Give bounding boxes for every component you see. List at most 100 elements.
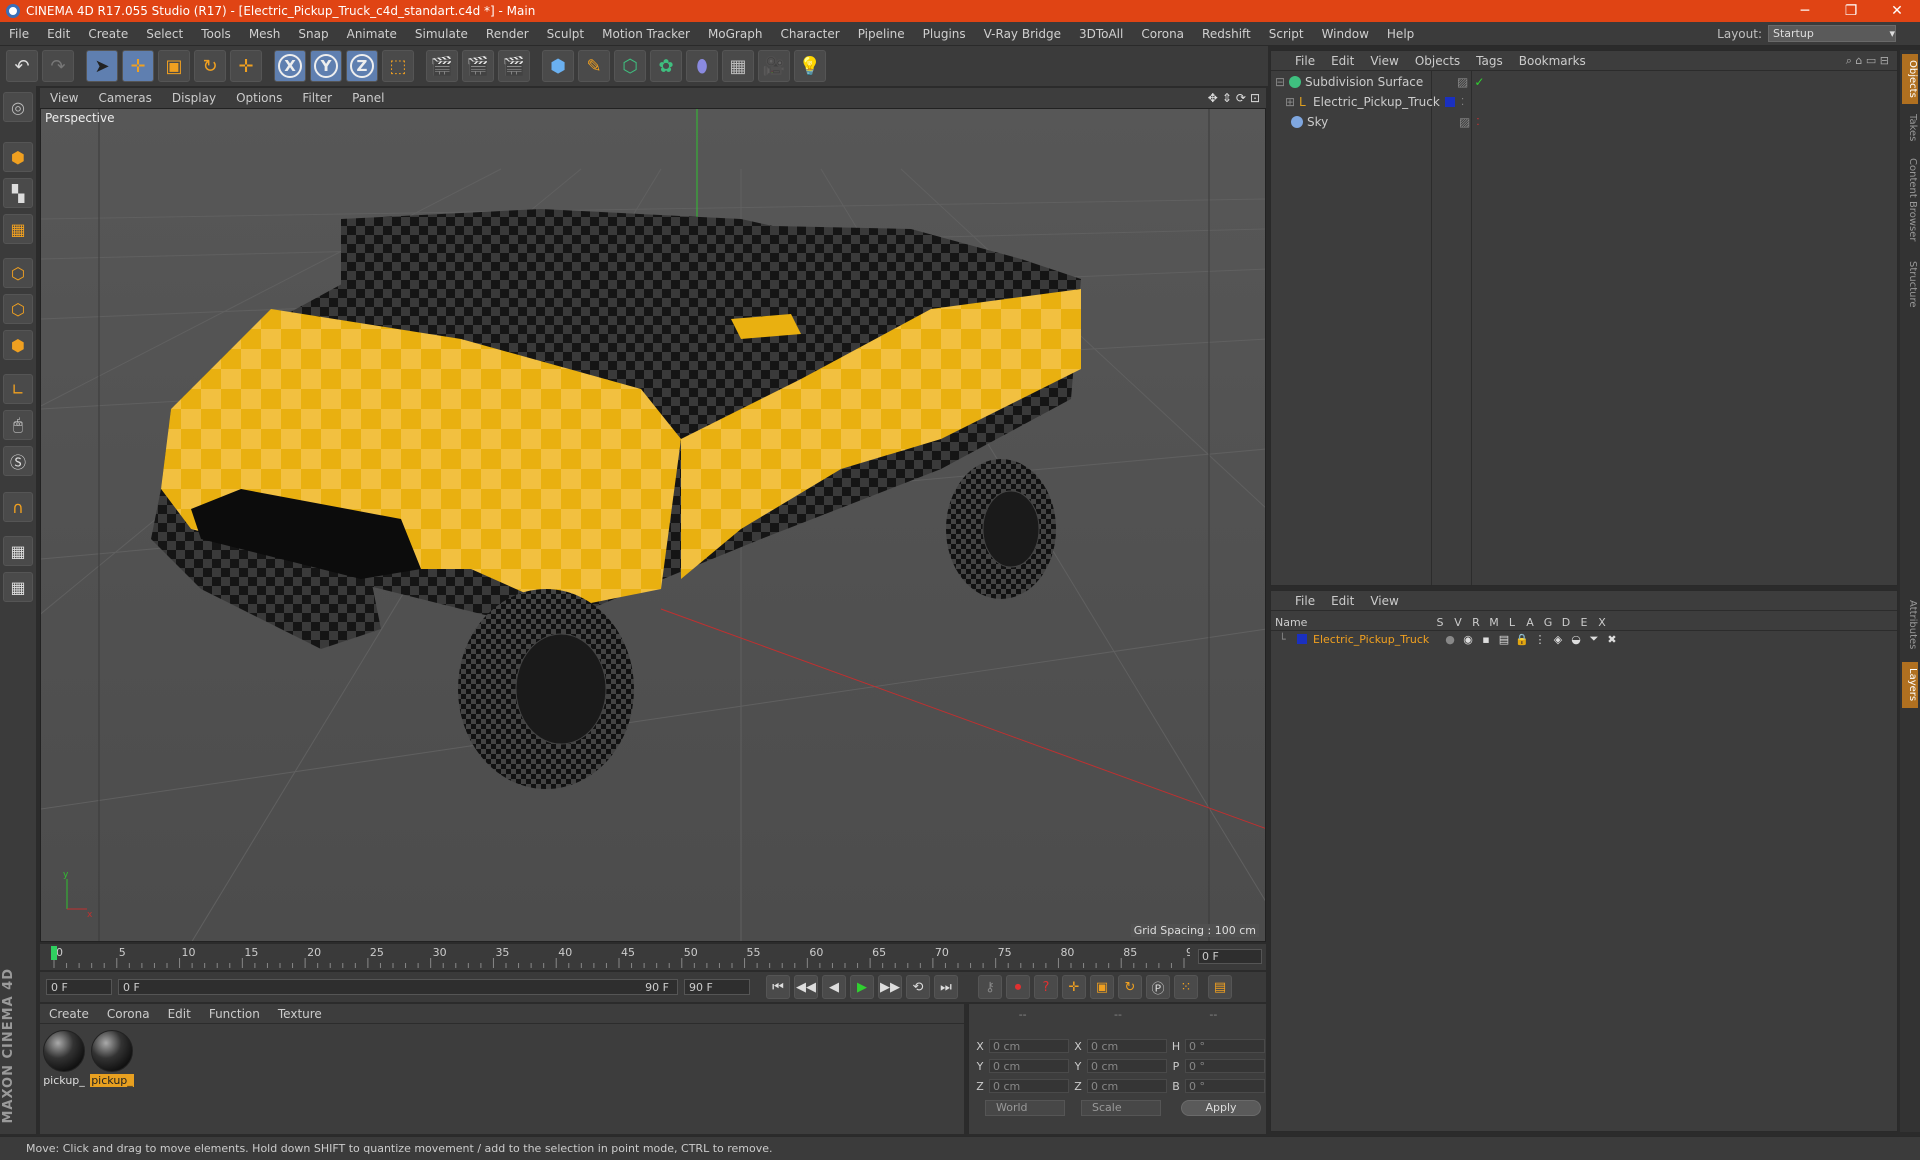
size-y-field[interactable]: 0 cm	[1087, 1059, 1167, 1073]
orbit-icon[interactable]: ⟳	[1236, 91, 1246, 105]
search-icon[interactable]: ⌕ ⌂ ▭ ⊟	[1846, 54, 1889, 68]
live-selection-button[interactable]: ➤	[86, 50, 118, 82]
menu-script[interactable]: Script	[1260, 27, 1313, 41]
redo-button[interactable]: ↷	[42, 50, 74, 82]
material-swatch-selected[interactable]: pickup_	[90, 1030, 134, 1087]
position-z-field[interactable]: 0 cm	[989, 1079, 1069, 1093]
autokeying-button[interactable]: ?	[1034, 975, 1058, 999]
layer-menu-edit[interactable]: Edit	[1323, 594, 1362, 608]
transform-tool-button[interactable]: ✛	[230, 50, 262, 82]
tab-layers[interactable]: Layers	[1902, 662, 1918, 708]
camera-button[interactable]: 🎥	[758, 50, 790, 82]
rotation-b-field[interactable]: 0 °	[1185, 1079, 1265, 1093]
size-z-field[interactable]: 0 cm	[1087, 1079, 1167, 1093]
z-axis-button[interactable]: Z	[346, 50, 378, 82]
layer-color-swatch[interactable]	[1297, 634, 1307, 644]
rotate-tool-button[interactable]: ↻	[194, 50, 226, 82]
menu-snap[interactable]: Snap	[289, 27, 337, 41]
menu-tools[interactable]: Tools	[192, 27, 240, 41]
play-button[interactable]: ▶	[850, 975, 874, 999]
timeline-window-button[interactable]: ▤	[1208, 975, 1232, 999]
position-y-field[interactable]: 0 cm	[989, 1059, 1069, 1073]
render-view-button[interactable]: 🎬	[426, 50, 458, 82]
object-row-subdivision-surface[interactable]: ⊟ Subdivision Surface ▨ ✓	[1275, 73, 1895, 91]
menu-simulate[interactable]: Simulate	[406, 27, 477, 41]
object-menu-bookmarks[interactable]: Bookmarks	[1511, 54, 1594, 68]
generator-toggle-icon[interactable]: ◈	[1549, 633, 1567, 646]
apply-button[interactable]: Apply	[1181, 1100, 1261, 1116]
tab-takes[interactable]: Takes	[1902, 108, 1918, 148]
model-mode-button[interactable]: ⬢	[3, 142, 33, 172]
menu-3dtoall[interactable]: 3DToAll	[1070, 27, 1132, 41]
start-frame-field[interactable]: 0 F	[46, 979, 112, 995]
tab-content-browser[interactable]: Content Browser	[1902, 150, 1918, 250]
position-x-field[interactable]: 0 cm	[989, 1039, 1069, 1053]
render-to-picture-viewer-button[interactable]: 🎬	[462, 50, 494, 82]
points-mode-button[interactable]: ⬡	[3, 258, 33, 288]
key-position-button[interactable]: ✛	[1062, 975, 1086, 999]
layout-select[interactable]: Startup ▾	[1768, 25, 1896, 42]
menu-edit[interactable]: Edit	[38, 27, 79, 41]
expression-toggle-icon[interactable]: ⏷	[1585, 632, 1603, 646]
edges-mode-button[interactable]: ⬡	[3, 294, 33, 324]
collapse-icon[interactable]: ⊟	[1275, 75, 1285, 89]
rotation-h-field[interactable]: 0 °	[1185, 1039, 1265, 1053]
viewport-menu-view[interactable]: View	[40, 91, 88, 105]
record-active-objects-button[interactable]: ⏺	[1006, 975, 1030, 999]
menu-plugins[interactable]: Plugins	[914, 27, 975, 41]
pen-tool-button[interactable]: ✎	[578, 50, 610, 82]
layer-name[interactable]: Electric_Pickup_Truck	[1313, 633, 1441, 646]
magnet-button[interactable]: ∩	[3, 492, 33, 522]
render-toggle-icon[interactable]: ▪	[1477, 633, 1495, 646]
menu-window[interactable]: Window	[1313, 27, 1378, 41]
material-menu-corona[interactable]: Corona	[98, 1007, 159, 1021]
key-point-level-button[interactable]: ⁙	[1174, 975, 1198, 999]
lock-icon[interactable]: 🔒	[1513, 633, 1531, 646]
previous-frame-button[interactable]: ◀	[822, 975, 846, 999]
material-menu-edit[interactable]: Edit	[159, 1007, 200, 1021]
loop-button[interactable]: ⟲	[906, 975, 930, 999]
object-menu-edit[interactable]: Edit	[1323, 54, 1362, 68]
viewport-menu-filter[interactable]: Filter	[292, 91, 342, 105]
close-button[interactable]: ✕	[1874, 3, 1920, 19]
object-menu-tags[interactable]: Tags	[1468, 54, 1511, 68]
motion-record-button[interactable]: ⚷	[978, 975, 1002, 999]
floor-button[interactable]: ▦	[722, 50, 754, 82]
menu-sculpt[interactable]: Sculpt	[538, 27, 593, 41]
timeline-playhead[interactable]	[51, 946, 57, 960]
menu-vray-bridge[interactable]: V-Ray Bridge	[975, 27, 1070, 41]
previous-key-button[interactable]: ◀◀	[794, 975, 818, 999]
toggle-view-icon[interactable]: ⊡	[1250, 91, 1260, 105]
coordinate-system-button[interactable]: ⬚	[382, 50, 414, 82]
object-row-electric-pickup-truck[interactable]: ⊞ L Electric_Pickup_Truck ⁚	[1275, 93, 1895, 111]
scale-tool-button[interactable]: ▣	[158, 50, 190, 82]
xref-toggle-icon[interactable]: ✖	[1603, 633, 1621, 646]
timeline-ruler[interactable]: 0 5 10 15 20 25 30 35 40 45 50 55 60 65 70 75 80 85 90 0 F	[40, 944, 1266, 970]
viewport-menu-options[interactable]: Options	[226, 91, 292, 105]
layer-tag-icon[interactable]: ▨	[1457, 75, 1468, 89]
tab-structure[interactable]: Structure	[1902, 254, 1918, 314]
undo-button[interactable]: ↶	[6, 50, 38, 82]
tab-objects[interactable]: Objects	[1902, 54, 1918, 104]
menu-render[interactable]: Render	[477, 27, 538, 41]
y-axis-button[interactable]: Y	[310, 50, 342, 82]
menu-pipeline[interactable]: Pipeline	[849, 27, 914, 41]
menu-create[interactable]: Create	[79, 27, 137, 41]
object-menu-file[interactable]: File	[1287, 54, 1323, 68]
enabled-check-icon[interactable]: ✓	[1474, 75, 1484, 89]
cloner-button[interactable]: ✿	[650, 50, 682, 82]
viewport-menu-cameras[interactable]: Cameras	[88, 91, 161, 105]
key-parameter-button[interactable]: Ⓟ	[1146, 975, 1170, 999]
animation-toggle-icon[interactable]: ⋮	[1531, 633, 1549, 646]
end-frame-field[interactable]: 90 F	[684, 979, 750, 995]
size-x-field[interactable]: 0 cm	[1087, 1039, 1167, 1053]
light-button[interactable]: 💡	[794, 50, 826, 82]
menu-motion-tracker[interactable]: Motion Tracker	[593, 27, 699, 41]
go-to-end-button[interactable]: ⏭	[934, 975, 958, 999]
rotation-p-field[interactable]: 0 °	[1185, 1059, 1265, 1073]
texture-mode-button[interactable]: ▚	[3, 178, 33, 208]
workplane-mode-button[interactable]: ▦	[3, 214, 33, 244]
menu-file[interactable]: File	[0, 27, 38, 41]
material-menu-create[interactable]: Create	[40, 1007, 98, 1021]
menu-mesh[interactable]: Mesh	[240, 27, 290, 41]
